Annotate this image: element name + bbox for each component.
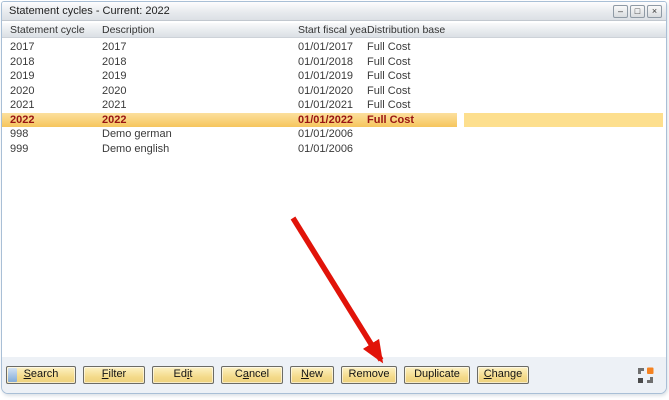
button-row: Search Filter Edit Cancel New Remove Dup…	[6, 366, 529, 384]
table-header: Statement cycle Description Start fiscal…	[2, 22, 666, 38]
filter-button[interactable]: Filter	[83, 366, 145, 384]
close-icon[interactable]: ×	[647, 5, 662, 18]
cell-start: 01/01/2020	[298, 85, 367, 97]
cell-base: Full Cost	[367, 41, 457, 53]
cell-base: Full Cost	[367, 85, 457, 97]
cell-start: 01/01/2021	[298, 99, 367, 111]
edit-button[interactable]: Edit	[152, 366, 214, 384]
cell-start: 01/01/2006	[298, 128, 367, 140]
duplicate-button[interactable]: Duplicate	[404, 366, 470, 384]
cell-cycle: 999	[10, 143, 102, 155]
statement-cycles-window: Statement cycles - Current: 2022 – □ × S…	[1, 1, 667, 394]
table-row[interactable]: 2018 2018 01/01/2018 Full Cost	[2, 55, 666, 70]
search-button[interactable]: Search	[6, 366, 76, 384]
table-row[interactable]: 2021 2021 01/01/2021 Full Cost	[2, 98, 666, 113]
table-row[interactable]: 998 Demo german 01/01/2006	[2, 127, 666, 142]
cell-base: Full Cost	[367, 114, 457, 126]
column-header-statement-cycle[interactable]: Statement cycle	[10, 24, 102, 36]
column-header-start-fiscal-year[interactable]: Start fiscal year	[298, 24, 367, 36]
cell-cycle: 2019	[10, 70, 102, 82]
table-row-selected[interactable]: 2022 2022 01/01/2022 Full Cost	[2, 113, 666, 128]
new-button[interactable]: New	[290, 366, 334, 384]
cell-cycle: 2018	[10, 56, 102, 68]
cell-description: 2018	[102, 56, 298, 68]
cell-base: Full Cost	[367, 99, 457, 111]
cell-cycle: 2020	[10, 85, 102, 97]
table-row[interactable]: 2020 2020 01/01/2020 Full Cost	[2, 84, 666, 99]
cell-description: 2021	[102, 99, 298, 111]
window-title: Statement cycles - Current: 2022	[9, 5, 170, 17]
minimize-icon[interactable]: –	[613, 5, 628, 18]
cell-cycle: 998	[10, 128, 102, 140]
window-controls: – □ ×	[613, 5, 662, 18]
cell-base: Full Cost	[367, 56, 457, 68]
bottom-panel: Search Filter Edit Cancel New Remove Dup…	[2, 357, 666, 393]
cell-start: 01/01/2022	[298, 114, 367, 126]
cell-cycle: 2021	[10, 99, 102, 111]
maximize-icon[interactable]: □	[630, 5, 645, 18]
cell-start: 01/01/2018	[298, 56, 367, 68]
cell-cycle: 2017	[10, 41, 102, 53]
table-row[interactable]: 999 Demo english 01/01/2006	[2, 142, 666, 157]
column-header-description[interactable]: Description	[102, 24, 298, 36]
change-button[interactable]: Change	[477, 366, 529, 384]
cell-description: Demo german	[102, 128, 298, 140]
cancel-button[interactable]: Cancel	[221, 366, 283, 384]
cell-start: 01/01/2017	[298, 41, 367, 53]
cell-start: 01/01/2006	[298, 143, 367, 155]
form-resize-icon[interactable]	[637, 367, 654, 384]
cell-start: 01/01/2019	[298, 70, 367, 82]
column-header-distribution-base[interactable]: Distribution base	[367, 24, 457, 36]
cell-cycle: 2022	[10, 114, 102, 126]
selected-row-extension	[464, 113, 663, 128]
table-row[interactable]: 2017 2017 01/01/2017 Full Cost	[2, 40, 666, 55]
statement-cycles-table: 2017 2017 01/01/2017 Full Cost 2018 2018…	[2, 40, 666, 156]
table-row[interactable]: 2019 2019 01/01/2019 Full Cost	[2, 69, 666, 84]
cell-description: 2017	[102, 41, 298, 53]
cell-description: Demo english	[102, 143, 298, 155]
title-bar: Statement cycles - Current: 2022 – □ ×	[2, 2, 666, 21]
cell-description: 2019	[102, 70, 298, 82]
cell-description: 2022	[102, 114, 298, 126]
remove-button[interactable]: Remove	[341, 366, 397, 384]
cell-base: Full Cost	[367, 70, 457, 82]
cell-description: 2020	[102, 85, 298, 97]
